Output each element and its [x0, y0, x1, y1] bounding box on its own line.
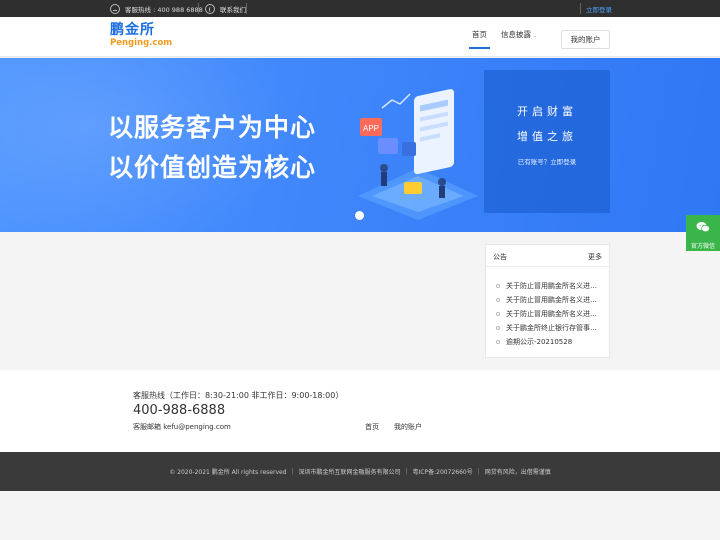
carousel-dot[interactable]	[355, 211, 364, 220]
icp-number[interactable]: 粤ICP备:20072660号	[413, 467, 473, 476]
bullet-icon	[496, 312, 500, 316]
site-footer: 客服热线（工作日：8:30-21:00 非工作日：9:00-18:00） 400…	[0, 370, 720, 452]
hotline-text: 客服热线 : 400 988 6888	[125, 5, 203, 14]
banner-slogan-2: 以价值创造为核心	[108, 153, 317, 182]
footer-hotline-number: 400-988-6888	[133, 403, 226, 418]
list-item[interactable]: 关于鹏金所终止银行存管事项的公告	[486, 321, 609, 335]
top-bar: 客服热线 : 400 988 6888 联系我们 立即登录	[0, 0, 720, 17]
list-item[interactable]: 关于防止冒用鹏金所名义进行诈骗的声明	[486, 293, 609, 307]
finance-illustration-icon: APP	[358, 89, 478, 220]
list-item[interactable]: 关于防止冒用鹏金所名义进行诈骗的声明	[486, 279, 609, 293]
announcement-text: 关于鹏金所终止银行存管事项的公告	[506, 324, 609, 332]
divider	[580, 3, 581, 14]
nav-my-account[interactable]: 我的账户	[561, 30, 610, 49]
chevron-down-icon: ⌄	[533, 33, 538, 39]
announcement-text: 逾期公示-20210528	[506, 338, 573, 346]
banner-glow	[0, 58, 300, 232]
announcement-text: 关于防止冒用鹏金所名义进行诈骗的声明	[506, 282, 609, 290]
footer-email: 客服邮箱 kefu@penging.com	[133, 423, 231, 431]
app-badge-text: APP	[363, 124, 379, 133]
hero-banner[interactable]: 以服务客户为中心 以价值创造为核心 APP 开启财富 增值之旅 已有账号？立即登…	[0, 58, 720, 232]
divider: |	[405, 468, 408, 475]
headset-icon	[110, 3, 120, 14]
copyright-bar: © 2020-2021 鹏金所 All rights reserved | 深圳…	[0, 452, 720, 491]
announcement-text: 关于防止冒用鹏金所名义进行诈骗的声明	[506, 310, 609, 318]
announcement-title: 公告	[493, 253, 507, 261]
promo-login-link[interactable]: 已有账号？立即登录	[484, 156, 610, 166]
nav-home[interactable]: 首页	[469, 29, 490, 49]
divider: |	[291, 468, 294, 475]
promo-line-2: 增值之旅	[517, 130, 577, 143]
wechat-label: 官方微信	[690, 243, 715, 250]
hotline-item: 客服热线 : 400 988 6888	[110, 0, 203, 17]
divider: |	[477, 468, 480, 475]
site-logo[interactable]: 鹏金所 Penging.com	[110, 23, 180, 53]
contact-link[interactable]: 联系我们	[205, 0, 246, 17]
copyright-text: © 2020-2021 鹏金所 All rights reserved	[169, 469, 287, 476]
promo-line-1: 开启财富	[517, 105, 577, 118]
risk-warning: 网贷有风险，出借需谨慎	[484, 469, 551, 476]
list-item[interactable]: 逾期公示-20210528	[486, 335, 609, 349]
bullet-icon	[496, 326, 500, 330]
contact-text: 联系我们	[220, 5, 246, 14]
site-header: 鹏金所 Penging.com 首页 信息披露 ⌄ 我的账户	[0, 17, 720, 57]
logo-chinese: 鹏金所	[110, 22, 155, 38]
announcement-more-link[interactable]: 更多	[588, 252, 602, 262]
bullet-icon	[496, 340, 500, 344]
company-name: 深圳市鹏金所互联网金融服务有限公司	[298, 469, 401, 476]
promo-panel: 开启财富 增值之旅 已有账号？立即登录	[484, 70, 610, 213]
logo-english: Penging.com	[110, 38, 173, 48]
announcement-text: 关于防止冒用鹏金所名义进行诈骗的声明	[506, 296, 609, 304]
footer-hotline-label: 客服热线（工作日：8:30-21:00 非工作日：9:00-18:00）	[133, 391, 344, 400]
announcement-list: 关于防止冒用鹏金所名义进行诈骗的声明 关于防止冒用鹏金所名义进行诈骗的声明 关于…	[486, 279, 609, 349]
announcement-header: 公告 更多	[486, 245, 609, 267]
wechat-icon	[696, 222, 710, 233]
bullet-icon	[496, 284, 500, 288]
divider	[198, 3, 199, 14]
nav-info-label: 信息披露	[501, 30, 531, 39]
announcement-panel: 公告 更多 关于防止冒用鹏金所名义进行诈骗的声明 关于防止冒用鹏金所名义进行诈骗…	[485, 244, 610, 358]
banner-slogan-1: 以服务客户为中心	[108, 113, 317, 142]
bullet-icon	[496, 298, 500, 302]
divider	[246, 3, 247, 14]
phone-icon	[205, 3, 215, 14]
footer-link-account[interactable]: 我的账户	[394, 422, 422, 432]
list-item[interactable]: 关于防止冒用鹏金所名义进行诈骗的声明	[486, 307, 609, 321]
footer-link-home[interactable]: 首页	[365, 422, 379, 432]
login-link[interactable]: 立即登录	[586, 0, 612, 17]
wechat-sidebar-button[interactable]: 官方微信	[686, 215, 720, 251]
nav-info-disclosure[interactable]: 信息披露 ⌄	[501, 29, 537, 40]
